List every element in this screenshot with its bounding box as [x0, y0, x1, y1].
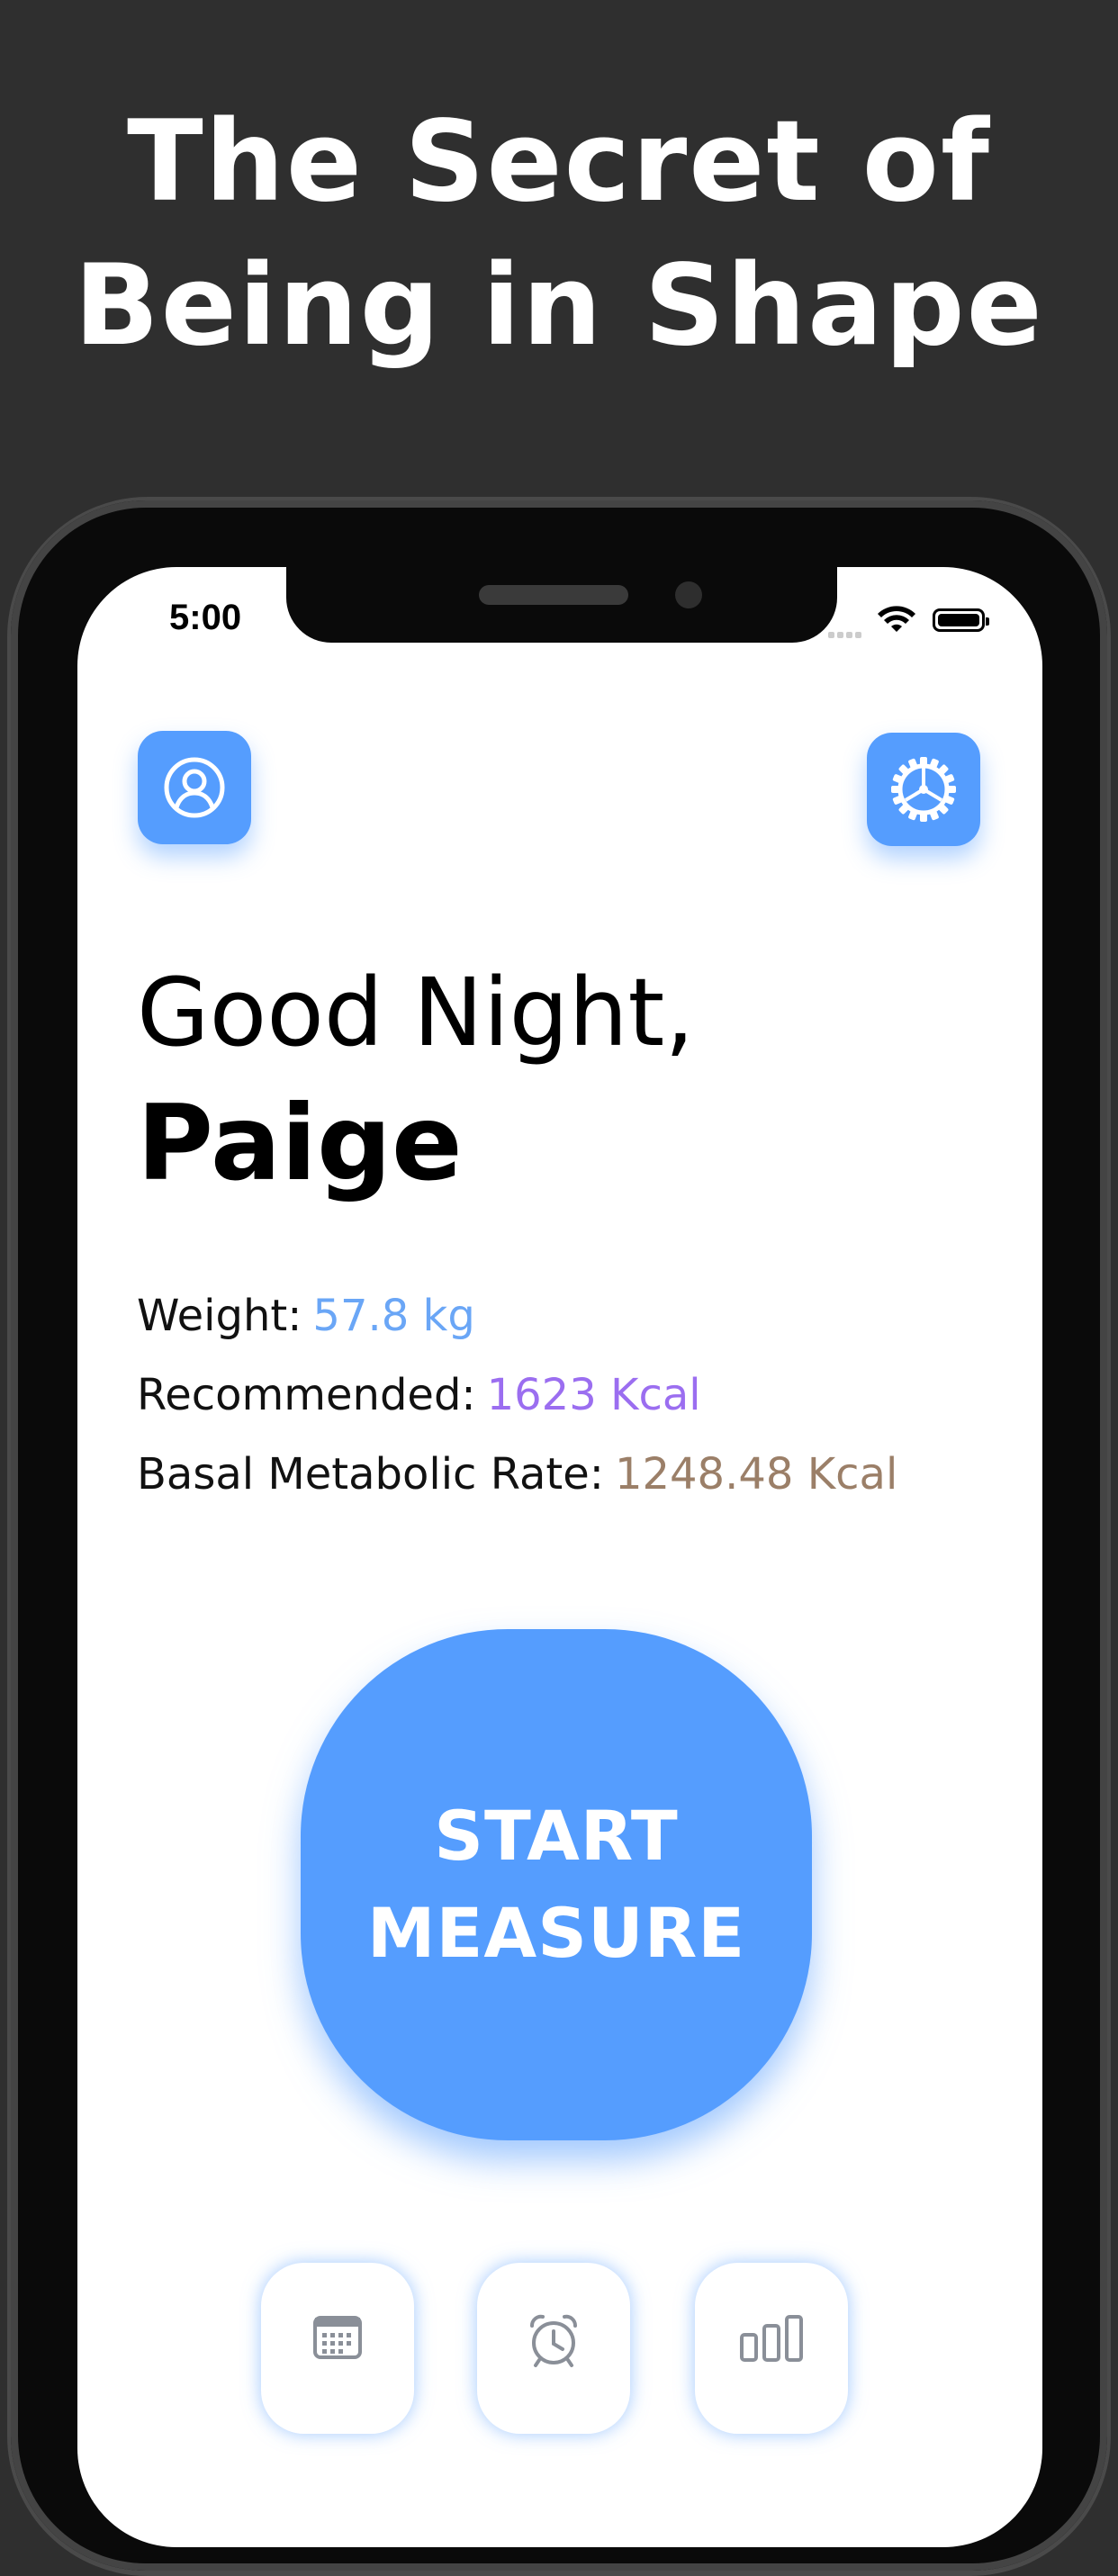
settings-button[interactable] [867, 733, 980, 846]
recommended-stat: Recommended: 1623 Kcal [137, 1370, 701, 1420]
tab-calendar[interactable] [261, 2263, 414, 2434]
headline-line-1: The Secret of [127, 97, 991, 227]
alarm-clock-icon [530, 2314, 577, 2367]
bmr-label: Basal Metabolic Rate: [137, 1449, 604, 1500]
phone-notch [286, 567, 837, 643]
weight-stat: Weight: 57.8 kg [137, 1291, 475, 1341]
greeting-name: Paige [137, 1083, 463, 1204]
recommended-value: 1623 Kcal [486, 1370, 701, 1420]
phone-screen [77, 567, 1042, 2547]
start-measure-line-1: START [434, 1796, 679, 1876]
greeting-salutation: Good Night, [137, 958, 695, 1067]
phone-camera [675, 581, 702, 608]
bmr-value: 1248.48 Kcal [614, 1449, 898, 1500]
bmr-stat: Basal Metabolic Rate: 1248.48 Kcal [137, 1449, 897, 1500]
wifi-icon [878, 606, 915, 632]
tab-alarm[interactable] [477, 2263, 630, 2434]
profile-button[interactable] [138, 731, 251, 844]
bar-chart-icon [740, 2315, 803, 2362]
signal-icon [828, 625, 864, 638]
gear-icon [891, 757, 956, 822]
start-measure-line-2: MEASURE [366, 1893, 746, 1973]
status-time: 5:00 [169, 598, 242, 637]
recommended-label: Recommended: [137, 1370, 476, 1420]
user-circle-icon [164, 757, 225, 818]
phone-speaker [479, 585, 628, 605]
start-measure-button[interactable]: START MEASURE [301, 1629, 812, 2140]
promo-headline: The Secret of Being in Shape [0, 90, 1118, 378]
headline-line-2: Being in Shape [74, 241, 1044, 371]
tab-statistics[interactable] [695, 2263, 848, 2434]
weight-label: Weight: [137, 1291, 302, 1341]
weight-value: 57.8 kg [312, 1291, 475, 1341]
calendar-icon [313, 2316, 362, 2359]
battery-icon [933, 608, 989, 632]
